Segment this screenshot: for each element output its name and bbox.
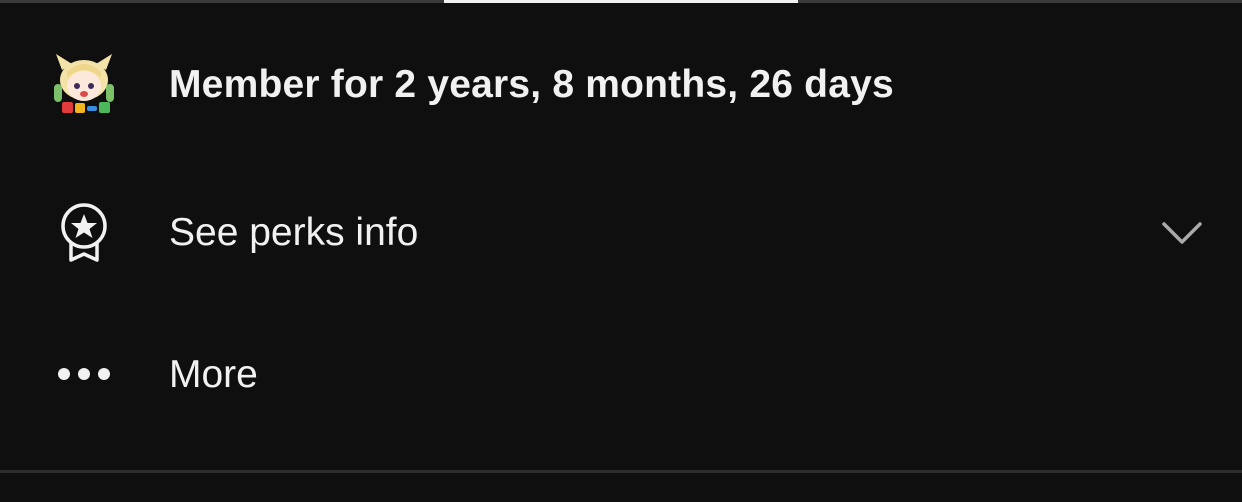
chevron-down-icon[interactable] (1158, 212, 1206, 252)
bottom-area (0, 473, 1242, 502)
more-label: More (169, 353, 258, 396)
membership-duration-row: Member for 2 years, 8 months, 26 days (0, 48, 1242, 120)
active-tab-indicator (444, 0, 798, 3)
member-badge-icon (54, 54, 114, 113)
member-badge-avatar (48, 48, 120, 120)
membership-duration-label: Member for 2 years, 8 months, 26 days (169, 63, 894, 106)
see-perks-info-row[interactable]: See perks info (0, 196, 1242, 268)
more-row[interactable]: More (0, 338, 1242, 410)
award-ribbon-star-icon (48, 196, 120, 268)
see-perks-info-label: See perks info (169, 211, 419, 254)
more-horizontal-icon (48, 338, 120, 410)
